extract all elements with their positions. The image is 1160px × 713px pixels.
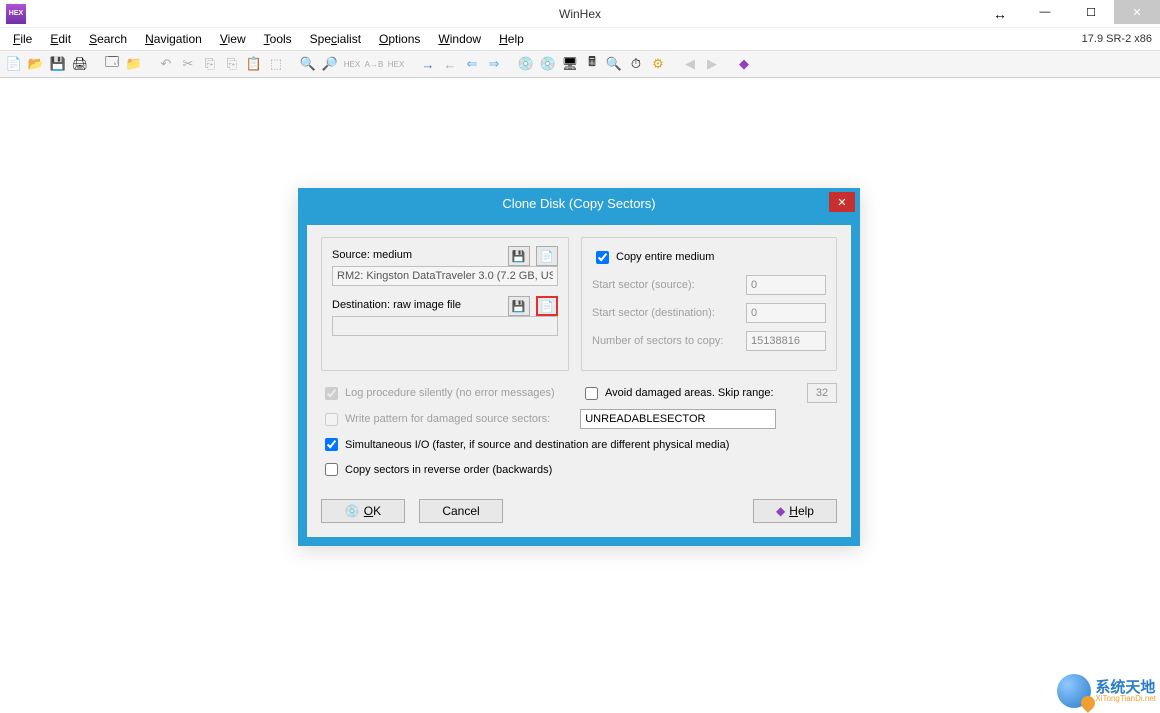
copy-block-icon[interactable]: ⎘ — [222, 54, 242, 74]
watermark-cn: 系统天地 — [1095, 680, 1156, 695]
menu-navigation[interactable]: Navigation — [136, 30, 211, 48]
ok-button[interactable]: 💿 OK — [321, 499, 405, 523]
ok-icon: 💿 — [345, 504, 360, 518]
prev2-icon[interactable]: ◀ — [680, 54, 700, 74]
help-icon: ◆ — [776, 504, 785, 518]
dest-input[interactable] — [332, 316, 558, 336]
calc-icon[interactable]: 🖩 — [582, 54, 602, 74]
print-icon[interactable]: 🖨 — [70, 54, 90, 74]
paste-hex-icon[interactable]: ⬚ — [266, 54, 286, 74]
close-button[interactable]: ✕ — [1114, 0, 1160, 24]
menu-search[interactable]: Search — [80, 30, 136, 48]
pattern-input[interactable] — [580, 409, 776, 429]
clone-disk-dialog: Clone Disk (Copy Sectors) ✕ Source: medi… — [298, 188, 860, 546]
back-icon[interactable]: ← — [440, 54, 460, 74]
dest-file-button[interactable]: 📄 — [536, 296, 558, 316]
undo-icon[interactable]: ↶ — [156, 54, 176, 74]
menu-edit[interactable]: Edit — [41, 30, 80, 48]
app-icon: HEX — [6, 4, 26, 24]
simultaneous-io-label: Simultaneous I/O (faster, if source and … — [345, 439, 729, 451]
help-icon[interactable]: ◆ — [734, 54, 754, 74]
start-dst-label: Start sector (destination): — [592, 307, 715, 319]
avoid-damaged-label: Avoid damaged areas. Skip range: — [605, 387, 774, 399]
disk2-icon[interactable]: 💿 — [538, 54, 558, 74]
minimize-button[interactable]: — — [1022, 0, 1068, 24]
disk1-icon[interactable]: 💿 — [516, 54, 536, 74]
menu-tools[interactable]: Tools — [255, 30, 301, 48]
version-label: 17.9 SR-2 x86 — [1082, 33, 1152, 45]
resize-grip-icon[interactable]: ↔ — [988, 0, 1012, 28]
simultaneous-io-checkbox[interactable] — [325, 438, 338, 451]
copy-entire-label: Copy entire medium — [616, 251, 714, 263]
menu-file[interactable]: File — [4, 30, 41, 48]
dest-label: Destination: raw image file — [332, 299, 461, 311]
start-dst-input — [746, 303, 826, 323]
copy-entire-checkbox[interactable] — [596, 251, 609, 264]
menu-view[interactable]: View — [211, 30, 255, 48]
source-file-button[interactable]: 📄 — [536, 246, 558, 266]
next2-icon[interactable]: ▶ — [702, 54, 722, 74]
skip-range-input — [807, 383, 837, 403]
cut-icon[interactable]: ✂ — [178, 54, 198, 74]
dialog-close-button[interactable]: ✕ — [829, 192, 855, 212]
window-title: WinHex — [559, 7, 601, 21]
num-sectors-label: Number of sectors to copy: — [592, 335, 723, 347]
find-icon[interactable]: 🔍 — [298, 54, 318, 74]
titlebar: HEX WinHex ↔ — ☐ ✕ — [0, 0, 1160, 28]
properties-icon[interactable]: 🗔 — [102, 54, 122, 74]
ram-icon[interactable]: 🖥 — [560, 54, 580, 74]
replace-icon[interactable]: A→B — [364, 54, 384, 74]
source-disk-button[interactable]: 💾 — [508, 246, 530, 266]
toolbar: 📄 📂 💾 🖨 🗔 📁 ↶ ✂ ⎘ ⎘ 📋 ⬚ 🔍 🔎 HEX A→B HEX … — [0, 50, 1160, 78]
open-disk-icon[interactable]: 📁 — [124, 54, 144, 74]
find-text-icon[interactable]: HEX — [342, 54, 362, 74]
menu-specialist[interactable]: Specialist — [301, 30, 370, 48]
globe-icon — [1057, 674, 1091, 708]
main-area: Clone Disk (Copy Sectors) ✕ Source: medi… — [0, 78, 1160, 712]
help-button[interactable]: ◆ Help — [753, 499, 837, 523]
dialog-titlebar[interactable]: Clone Disk (Copy Sectors) ✕ — [299, 189, 859, 217]
menubar: File Edit Search Navigation View Tools S… — [0, 28, 1160, 50]
stopwatch-icon[interactable]: ⏱ — [626, 54, 646, 74]
source-dest-panel: Source: medium 💾 📄 Destination: raw imag… — [321, 237, 569, 371]
prev-icon[interactable]: ⇐ — [462, 54, 482, 74]
log-silent-label: Log procedure silently (no error message… — [345, 387, 555, 399]
log-silent-checkbox — [325, 387, 338, 400]
dest-disk-button[interactable]: 💾 — [508, 296, 530, 316]
start-src-input — [746, 275, 826, 295]
open-folder-icon[interactable]: 📂 — [26, 54, 46, 74]
new-file-icon[interactable]: 📄 — [4, 54, 24, 74]
reverse-order-checkbox[interactable] — [325, 463, 338, 476]
write-pattern-label: Write pattern for damaged source sectors… — [345, 413, 550, 425]
find-hex-icon[interactable]: 🔎 — [320, 54, 340, 74]
start-src-label: Start sector (source): — [592, 279, 695, 291]
gear-icon[interactable]: ⚙ — [648, 54, 668, 74]
menu-window[interactable]: Window — [429, 30, 490, 48]
maximize-button[interactable]: ☐ — [1068, 0, 1114, 24]
analyze-icon[interactable]: 🔍 — [604, 54, 624, 74]
dialog-title: Clone Disk (Copy Sectors) — [502, 196, 655, 211]
write-pattern-checkbox — [325, 413, 338, 426]
source-label: Source: medium — [332, 249, 412, 261]
paste-icon[interactable]: 📋 — [244, 54, 264, 74]
sector-panel: Copy entire medium Start sector (source)… — [581, 237, 837, 371]
reverse-order-label: Copy sectors in reverse order (backwards… — [345, 464, 552, 476]
next-icon[interactable]: ⇒ — [484, 54, 504, 74]
source-input[interactable] — [332, 266, 558, 286]
save-icon[interactable]: 💾 — [48, 54, 68, 74]
menu-options[interactable]: Options — [370, 30, 429, 48]
num-sectors-input — [746, 331, 826, 351]
replace-hex-icon[interactable]: HEX — [386, 54, 406, 74]
watermark: 系统天地 XiTongTianDi.net — [1057, 674, 1156, 708]
avoid-damaged-checkbox[interactable] — [585, 387, 598, 400]
copy-icon[interactable]: ⎘ — [200, 54, 220, 74]
watermark-en: XiTongTianDi.net — [1095, 695, 1156, 703]
goto-icon[interactable]: → — [418, 54, 438, 74]
menu-help[interactable]: Help — [490, 30, 533, 48]
cancel-button[interactable]: Cancel — [419, 499, 503, 523]
